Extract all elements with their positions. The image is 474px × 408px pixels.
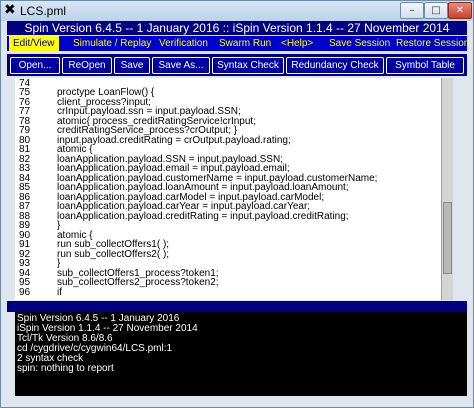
tab-edit-view[interactable]: Edit/View bbox=[9, 36, 59, 51]
x-logo-icon: ✖ bbox=[4, 2, 16, 18]
ispin-window: ✖ LCS.pml – □ ✕ Spin Version 6.4.5 -- 1 … bbox=[0, 0, 474, 408]
title-bar[interactable]: ✖ LCS.pml – □ ✕ bbox=[1, 1, 473, 21]
tab-verification[interactable]: Verification bbox=[155, 36, 212, 52]
line-text: sub_collectOffers2_process?token2; bbox=[57, 277, 219, 288]
console-output: Spin Version 6.4.5 -- 1 January 2016 iSp… bbox=[15, 312, 467, 396]
redundancy-check-button[interactable]: Redundancy Check bbox=[286, 57, 384, 74]
version-banner: Spin Version 6.4.5 -- 1 January 2016 :: … bbox=[7, 21, 467, 35]
save-session-button[interactable]: Save Session bbox=[325, 36, 395, 52]
line-text: if bbox=[57, 286, 62, 298]
menu-bar: Edit/View Simulate / Replay Verification… bbox=[7, 36, 474, 52]
line-number: 96 bbox=[19, 286, 31, 298]
code-editor[interactable]: 74 75 proctype LoanFlow() { 76 client_proc… bbox=[15, 78, 441, 300]
line-text: loanApplication.payload.creditRating = i… bbox=[57, 210, 349, 222]
window-title: LCS.pml bbox=[20, 4, 67, 18]
scrollbar-thumb[interactable] bbox=[443, 202, 452, 274]
restore-session-button[interactable]: Restore Session bbox=[392, 36, 474, 52]
toolbar: Open... ReOpen Save Save As... Syntax Ch… bbox=[7, 54, 467, 76]
save-as-button[interactable]: Save As... bbox=[152, 57, 210, 74]
maximize-button[interactable]: □ bbox=[424, 2, 448, 19]
syntax-check-button[interactable]: Syntax Check bbox=[212, 57, 284, 74]
tab-swarm-run[interactable]: Swarm Run bbox=[215, 36, 276, 52]
symbol-table-button[interactable]: Symbol Table bbox=[386, 57, 464, 74]
tab-simulate-replay[interactable]: Simulate / Replay bbox=[69, 36, 156, 52]
pane-separator[interactable] bbox=[7, 301, 467, 312]
open-button[interactable]: Open... bbox=[10, 57, 60, 74]
console-line: spin: nothing to report bbox=[17, 363, 114, 374]
tab-help[interactable]: <Help> bbox=[277, 36, 318, 52]
editor-scrollbar[interactable] bbox=[441, 78, 453, 300]
save-button[interactable]: Save bbox=[114, 57, 150, 74]
minimize-button[interactable]: – bbox=[400, 2, 424, 19]
close-button[interactable]: ✕ bbox=[448, 2, 472, 19]
reopen-button[interactable]: ReOpen bbox=[62, 57, 112, 74]
line-text: run sub_collectOffers2( ); bbox=[57, 248, 170, 260]
